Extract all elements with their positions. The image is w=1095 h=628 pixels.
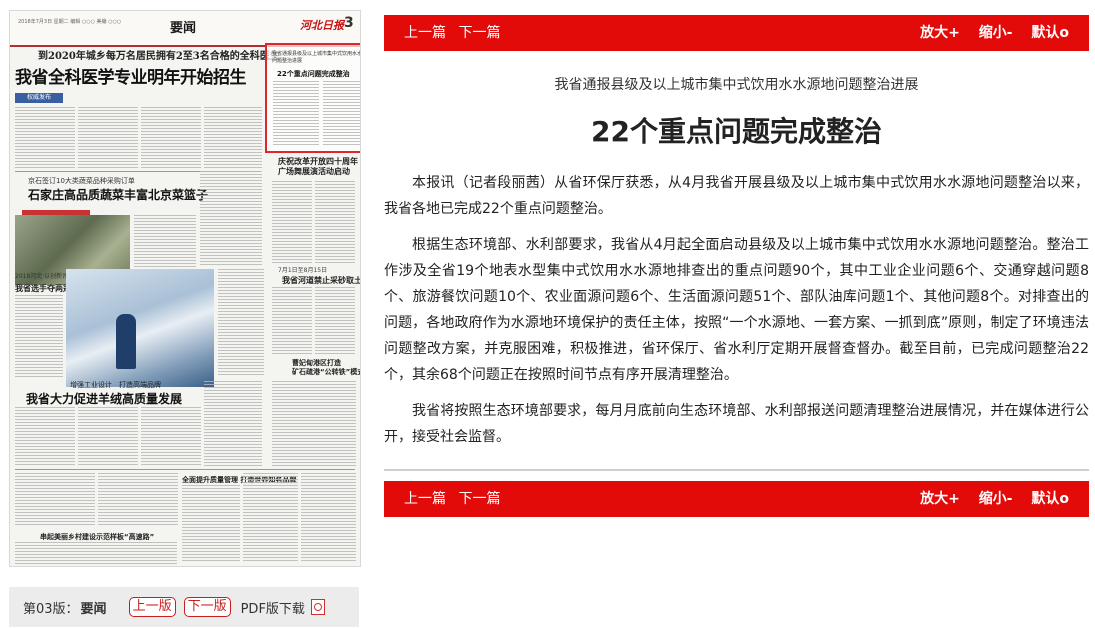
text-column (272, 181, 312, 263)
reset-zoom-button[interactable]: 默认o (1031, 25, 1069, 41)
story6-headline[interactable]: 串起美丽乡村建设示范样板“高速路” (40, 532, 154, 542)
masthead-date: 2018年7月3日 星期二 编辑 ○○○ 美编 ○○○ (18, 19, 122, 25)
newspaper-page-image: 2018年7月3日 星期二 编辑 ○○○ 美编 ○○○ 要闻 河北日报 3 到2… (9, 10, 361, 567)
hotspot-title: 22个重点问题完成整治 (277, 70, 350, 78)
text-column (134, 215, 196, 267)
text-column (323, 81, 360, 147)
article-title: 22个重点问题完成整治 (591, 115, 882, 148)
article-toolbar-top: 上一篇 下一篇 放大+ 缩小- 默认o (384, 15, 1089, 51)
article-paragraph: 我省将按照生态环境部要求，每月月底前向生态环境部、水利部报送问题清理整治进展情况… (384, 403, 1089, 445)
right-story2-subtitle[interactable]: 7月1日至8月15日 (278, 267, 327, 275)
masthead-section: 要闻 (170, 21, 197, 36)
prev-article-button[interactable]: 上一篇 (404, 491, 446, 507)
pdf-download-label: PDF版下载 (240, 601, 305, 617)
story4-subtitle[interactable]: 增强工业设计 打造高端品牌 (70, 380, 161, 390)
page-navigation: 第03版： 要闻 上一版 下一版 PDF版下载 (9, 587, 359, 627)
lead-story-headline[interactable]: 我省全科医学专业明年开始招生 (15, 63, 247, 88)
story2-subtitle[interactable]: 京石签订10大类蔬菜品种采购订单 (28, 176, 135, 186)
pdf-icon (310, 599, 325, 615)
masthead-page-number: 3 (344, 15, 354, 31)
reset-zoom-button[interactable]: 默认o (1031, 491, 1069, 507)
newspaper-logo: 河北日报 (300, 19, 344, 32)
text-column (15, 107, 75, 169)
text-column (182, 485, 240, 563)
text-column (204, 381, 262, 467)
text-column (200, 171, 262, 267)
next-article-button[interactable]: 下一篇 (458, 491, 500, 507)
text-column (315, 287, 355, 355)
zoom-out-button[interactable]: 缩小- (979, 491, 1013, 507)
text-column (15, 473, 95, 525)
article-divider (384, 469, 1089, 471)
pdf-download-link[interactable]: PDF版下载 (241, 598, 325, 617)
edition-label: 第03版： (23, 601, 79, 617)
text-column (272, 381, 356, 467)
prev-article-button[interactable]: 上一篇 (404, 25, 446, 41)
edition-name: 要闻 (80, 601, 107, 617)
story4-headline[interactable]: 我省大力促进羊绒高质量发展 (26, 390, 182, 407)
text-column (15, 295, 63, 377)
prev-page-button[interactable]: 上一版 (128, 597, 176, 617)
text-column (301, 473, 356, 563)
text-column (141, 107, 201, 169)
article-paragraph: 本报讯（记者段丽茜）从省环保厅获悉，从4月我省开展县级及以上城市集中式饮用水水源… (384, 175, 1089, 217)
article-toolbar-bottom: 上一篇 下一篇 放大+ 缩小- 默认o (384, 481, 1089, 517)
right-story2-headline[interactable]: 我省河道禁止采砂取土 (282, 275, 360, 286)
text-column (315, 181, 355, 263)
next-page-button[interactable]: 下一版 (183, 597, 231, 617)
text-column (243, 473, 298, 563)
zoom-out-button[interactable]: 缩小- (979, 25, 1013, 41)
zoom-in-button[interactable]: 放大+ (920, 25, 960, 41)
lead-story-tag: 权威发布 (15, 93, 63, 103)
lead-story-kicker[interactable]: 到2020年城乡每万名居民拥有2至3名合格的全科医生 (38, 47, 280, 62)
right-story1-headline[interactable]: 庆祝改革开放四十周年 广场舞展演活动启动 (278, 156, 358, 176)
right-story3-headline[interactable]: 曹妃甸港区打造 矿石疏港“公转铁”模式 (292, 359, 360, 377)
next-article-button[interactable]: 下一篇 (458, 25, 500, 41)
text-column (141, 407, 201, 467)
text-column (15, 407, 75, 467)
text-column (98, 473, 178, 525)
text-column (78, 407, 138, 467)
zoom-in-button[interactable]: 放大+ (920, 491, 960, 507)
text-column (78, 107, 138, 169)
article-subtitle: 我省通报县级及以上城市集中式饮用水水源地问题整治进展 (554, 77, 919, 93)
article-body: 本报讯（记者段丽茜）从省环保厅获悉，从4月我省开展县级及以上城市集中式饮用水水源… (384, 170, 1089, 460)
current-article-hotspot[interactable]: 我省通报县级及以上城市集中式饮用水水源地问题整治进展 22个重点问题完成整治 (265, 43, 360, 153)
hotspot-kicker: 我省通报县级及以上城市集中式饮用水水源地问题整治进展 (272, 51, 360, 64)
factory-photo (66, 269, 214, 387)
text-column (273, 81, 319, 147)
text-column (204, 107, 262, 169)
text-column (15, 542, 177, 564)
story2-headline[interactable]: 石家庄高品质蔬菜丰富北京菜篮子 (28, 186, 208, 203)
text-column (272, 287, 312, 355)
divider-line (15, 469, 355, 470)
article-paragraph: 根据生态环境部、水利部要求，我省从4月起全面启动县级及以上城市集中式饮用水水源地… (384, 237, 1089, 383)
newspaper-masthead: 2018年7月3日 星期二 编辑 ○○○ 美编 ○○○ 要闻 河北日报 3 (10, 11, 360, 47)
text-column (218, 269, 264, 377)
